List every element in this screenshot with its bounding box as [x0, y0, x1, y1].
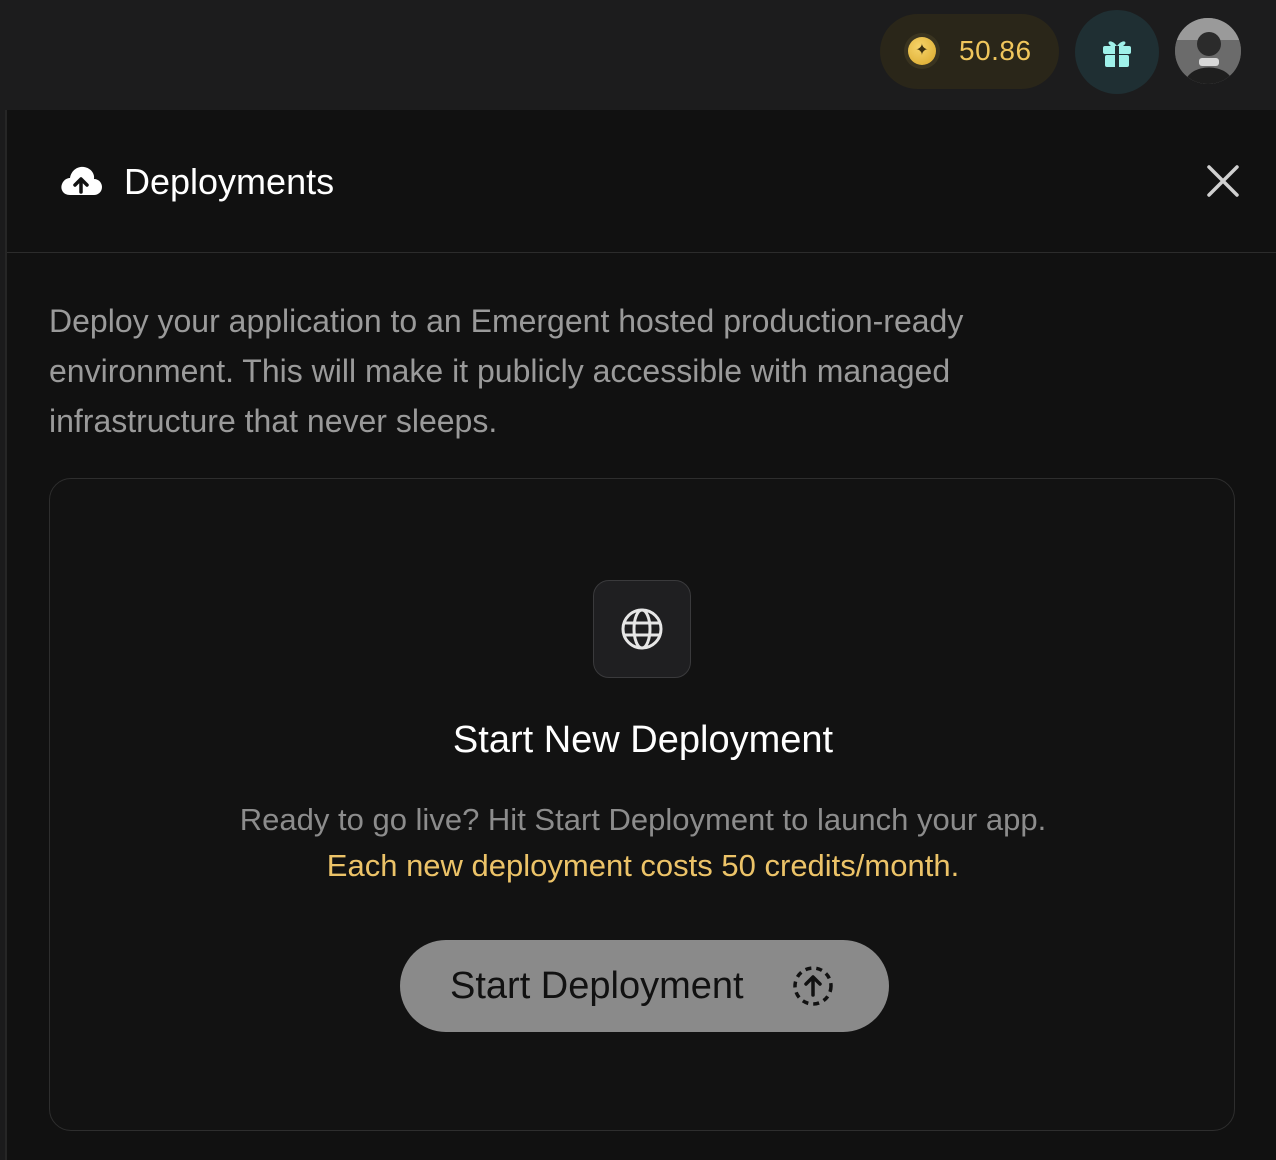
start-deployment-button[interactable]: Start Deployment: [400, 940, 889, 1032]
coin-icon: ✦: [904, 33, 940, 69]
new-deployment-card: Start New Deployment Ready to go live? H…: [49, 478, 1235, 1131]
credits-value: 50.86: [959, 35, 1032, 66]
panel-header: Deployments: [7, 110, 1276, 253]
panel-title: Deployments: [124, 161, 335, 202]
credits-badge[interactable]: ✦ 50.86: [880, 14, 1059, 89]
user-avatar[interactable]: [1175, 18, 1241, 84]
deploy-upload-icon: [793, 966, 833, 1006]
globe-icon: [621, 608, 663, 650]
panel-description: Deploy your application to an Emergent h…: [49, 303, 964, 439]
card-title: Start New Deployment: [452, 719, 834, 761]
globe-icon-tile: [593, 580, 691, 678]
cloud-upload-icon: [61, 166, 102, 195]
gift-button[interactable]: [1075, 10, 1159, 94]
card-description: Ready to go live? Hit Start Deployment t…: [239, 802, 1047, 837]
close-icon: [1207, 165, 1239, 197]
deployments-panel: Deployments Deploy your application to a…: [5, 110, 1276, 1160]
top-bar: ✦ 50.86: [0, 0, 1276, 110]
start-deployment-label: Start Deployment: [450, 965, 744, 1007]
close-button[interactable]: [1202, 160, 1244, 202]
cost-note: Each new deployment costs 50 credits/mon…: [326, 848, 960, 883]
gift-icon: [1103, 41, 1131, 67]
